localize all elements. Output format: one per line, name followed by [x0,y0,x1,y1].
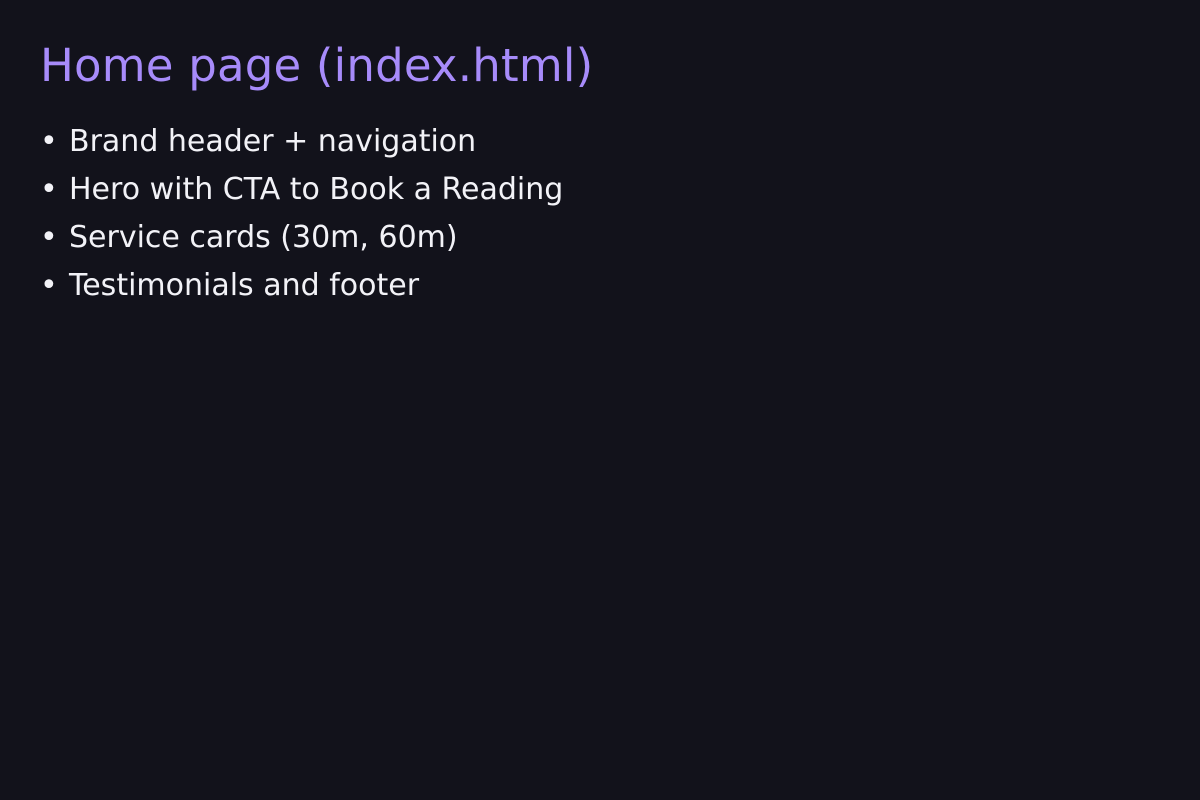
bullet-list: • Brand header + navigation • Hero with … [40,118,1160,310]
list-item: • Brand header + navigation [40,118,1160,166]
bullet-text: Hero with CTA to Book a Reading [69,172,564,207]
bullet-marker: • [40,172,58,207]
list-item: • Testimonials and footer [40,262,1160,310]
bullet-marker: • [40,268,58,303]
bullet-marker: • [40,220,58,255]
list-item: • Service cards (30m, 60m) [40,214,1160,262]
page-title: Home page (index.html) [40,39,594,92]
bullet-text: Testimonials and footer [69,268,420,303]
bullet-marker: • [40,124,58,159]
slide: Home page (index.html) • Brand header + … [0,0,1200,800]
list-item: • Hero with CTA to Book a Reading [40,166,1160,214]
bullet-text: Brand header + navigation [69,124,477,159]
bullet-text: Service cards (30m, 60m) [69,220,458,255]
